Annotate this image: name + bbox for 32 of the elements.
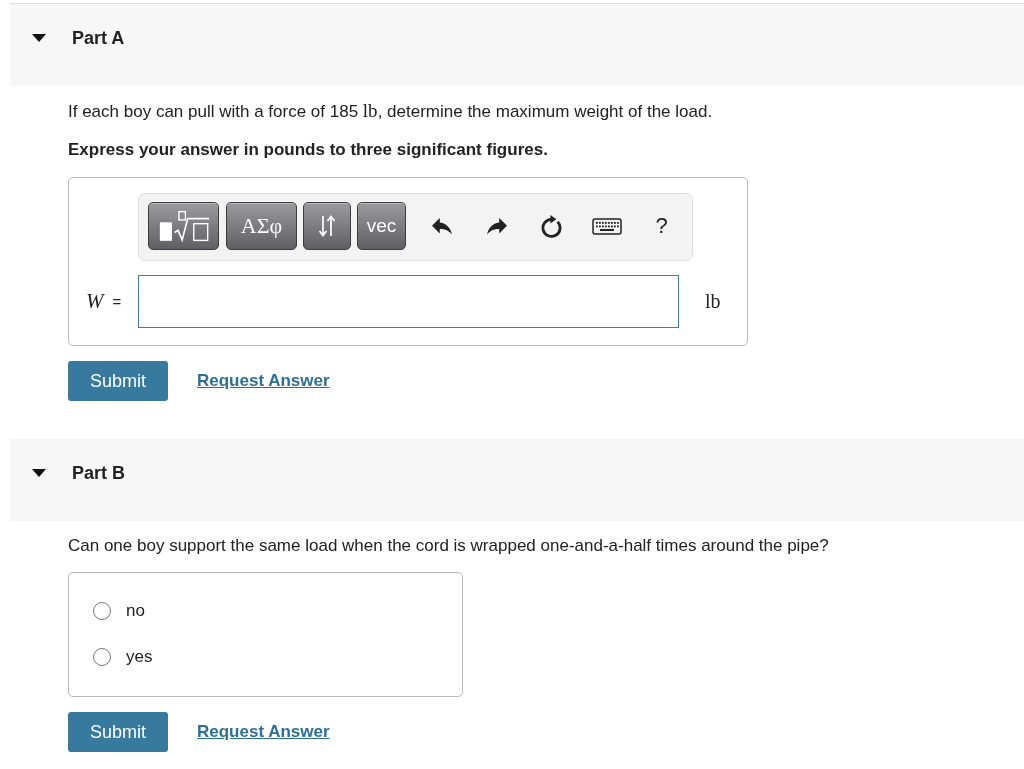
option-label[interactable]: no (126, 601, 145, 621)
caret-down-icon[interactable] (32, 469, 46, 477)
square-root-template-icon (157, 209, 210, 243)
submit-button[interactable]: Submit (68, 361, 168, 401)
up-down-arrows-icon (318, 215, 336, 237)
radio-button[interactable] (93, 602, 111, 620)
part-header[interactable]: Part B (10, 439, 1024, 521)
caret-down-icon[interactable] (32, 34, 46, 42)
radio-button[interactable] (93, 648, 111, 666)
keyboard-icon (591, 217, 622, 235)
request-answer-link[interactable]: Request Answer (197, 722, 330, 742)
submit-button[interactable]: Submit (68, 712, 168, 752)
equals-sign: = (112, 293, 122, 310)
vector-button[interactable]: vec (357, 202, 406, 250)
option-label[interactable]: yes (126, 647, 153, 667)
templates-button[interactable] (148, 202, 219, 250)
help-button[interactable]: ? (637, 202, 686, 250)
redo-icon (486, 217, 507, 235)
instruction-text: Express your answer in pounds to three significant figures. (68, 139, 549, 161)
undo-icon (431, 217, 452, 235)
greek-letters-button[interactable]: ΑΣφ (226, 202, 297, 250)
part-title: Part B (72, 462, 125, 485)
unit-label: lb (705, 290, 721, 313)
question-text: If each boy can pull with a force of 185 lb, determine the maximum weight of the load. (68, 100, 714, 123)
circular-arrow-icon (541, 214, 562, 238)
question-text: Can one boy support the same load when the cord is wrapped one-and-a-half times around the pipe? (68, 535, 830, 557)
part-title: Part A (72, 27, 125, 50)
answer-input[interactable] (138, 275, 679, 328)
request-answer-link[interactable]: Request Answer (197, 371, 330, 391)
variable-label: W (86, 289, 104, 314)
part-header[interactable]: Part A (10, 4, 1024, 86)
arrows-button[interactable] (303, 202, 351, 250)
